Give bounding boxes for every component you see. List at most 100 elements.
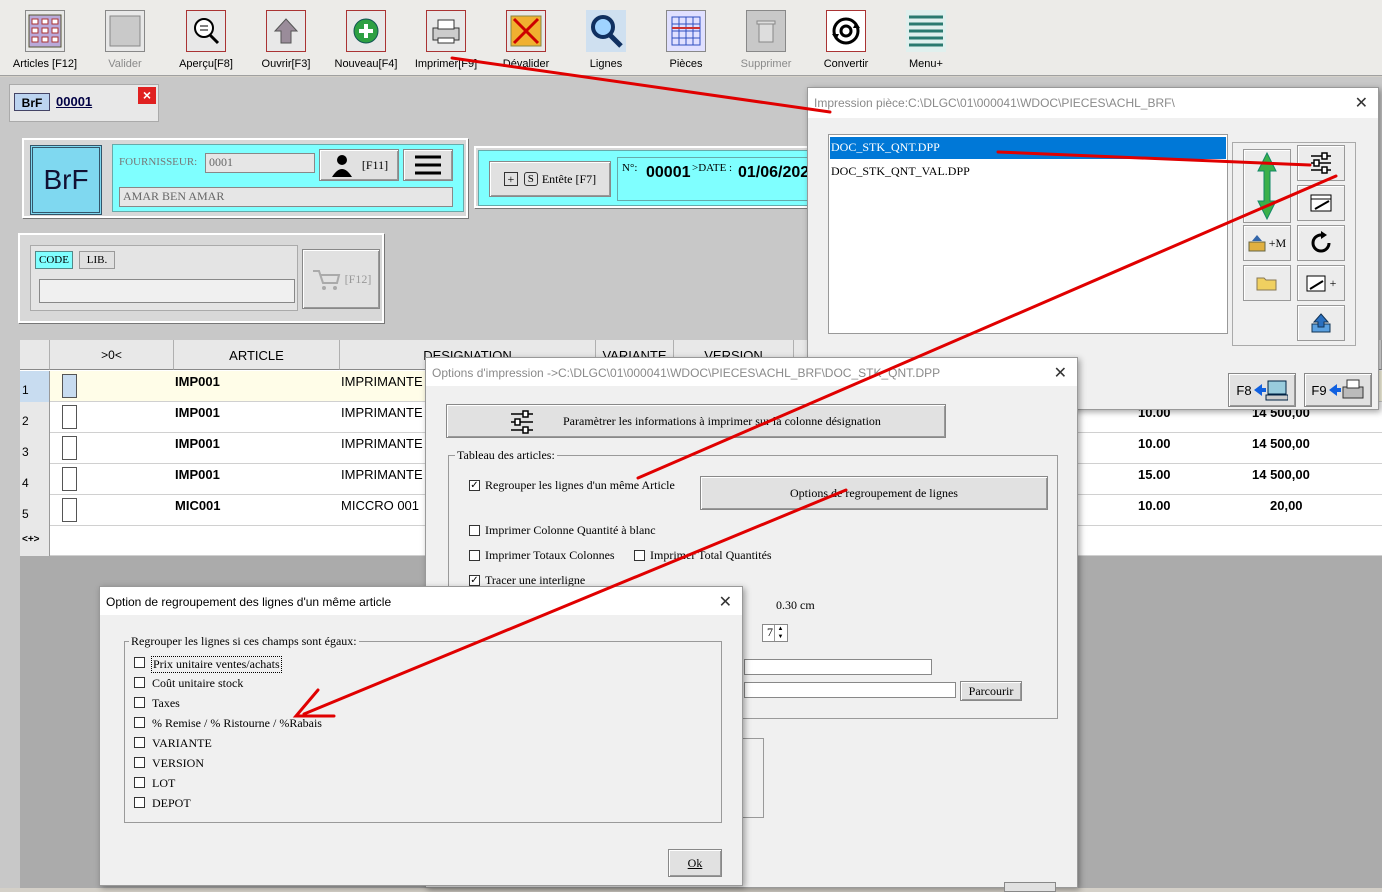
- field-checkbox-taxes[interactable]: [134, 697, 145, 708]
- lib-toggle[interactable]: LIB.: [79, 251, 115, 269]
- document-tab[interactable]: BrF 00001 ×: [9, 84, 159, 122]
- footer-add-row[interactable]: <+>: [20, 526, 50, 556]
- ok-button[interactable]: Ok: [668, 849, 722, 877]
- row-checkbox[interactable]: [62, 436, 77, 460]
- spin-arrows-icon[interactable]: ▲ ▼: [774, 625, 786, 641]
- browse-button[interactable]: Parcourir: [960, 681, 1022, 701]
- bottom-button[interactable]: [1004, 882, 1056, 892]
- field-label: Taxes: [152, 696, 180, 710]
- field-checkbox-unit-price[interactable]: [134, 657, 145, 668]
- validate-icon: [105, 10, 145, 52]
- settings-sliders-button[interactable]: [1297, 145, 1345, 181]
- toolbar-preview-button[interactable]: Aperçu[F8]: [166, 8, 246, 74]
- person-icon: [331, 155, 352, 177]
- sliders-icon: [1311, 152, 1331, 174]
- toolbar-new-button[interactable]: Nouveau[F4]: [326, 8, 406, 74]
- path-field-1[interactable]: [744, 659, 932, 675]
- interline-checkbox[interactable]: ✓: [469, 575, 480, 586]
- doc-info-frame: + S Entête [F7] N°: 00001 >DATE : 01/06/…: [474, 146, 818, 208]
- main-toolbar: Articles [F12] Valider Aperçu[F8] Ouvrir…: [0, 0, 1382, 76]
- toolbar-open-button[interactable]: Ouvrir[F3]: [246, 8, 326, 74]
- supplier-panel: FOURNISSEUR: 0001 [F11] AMAR BEN AMAR: [112, 144, 464, 212]
- file-list-item[interactable]: DOC_STK_QNT_VAL.DPP: [830, 161, 1226, 183]
- supplier-code-field[interactable]: 0001: [205, 153, 315, 173]
- column-header-article[interactable]: ARTICLE: [174, 340, 340, 370]
- doc-info-panel: + S Entête [F7] N°: 00001 >DATE : 01/06/…: [478, 150, 818, 206]
- total-qty-checkbox[interactable]: [634, 550, 645, 561]
- toolbar-unvalidate-button[interactable]: Dévalider: [486, 8, 566, 74]
- field-checkbox-version[interactable]: [134, 757, 145, 768]
- header-frame: BrF FOURNISSEUR: 0001 [F11] AMAR BEN AMA…: [22, 138, 468, 218]
- new-plus-icon: [346, 10, 386, 52]
- regroup-options-button[interactable]: Options de regroupement de lignes: [700, 476, 1048, 510]
- cell-price: 14 500,00: [1252, 467, 1310, 482]
- toolbar-print-button[interactable]: Imprimer[F9]: [406, 8, 486, 74]
- toolbar-menu-button[interactable]: Menu+: [886, 8, 966, 74]
- row-checkbox[interactable]: [62, 374, 77, 398]
- field-checkbox-discount[interactable]: [134, 717, 145, 728]
- close-icon[interactable]: ✕: [1054, 363, 1067, 383]
- code-toggle[interactable]: CODE: [35, 251, 73, 269]
- filter-panel: CODE LIB.: [30, 245, 298, 311]
- toolbar-convert-button[interactable]: Convertir: [806, 8, 886, 74]
- totals-columns-label: Imprimer Totaux Colonnes: [485, 548, 615, 562]
- cell-designation: IMPRIMANTE: [341, 374, 423, 389]
- row-checkbox[interactable]: [62, 498, 77, 522]
- screen-preview-icon: [1253, 380, 1288, 401]
- totals-columns-checkbox[interactable]: [469, 550, 480, 561]
- toolbar-articles-button[interactable]: Articles [F12]: [5, 8, 85, 74]
- toolbar-delete-button[interactable]: Supprimer: [726, 8, 806, 74]
- field-label: VARIANTE: [152, 736, 212, 750]
- field-checkbox-variante[interactable]: [134, 737, 145, 748]
- convert-gear-icon: [826, 10, 866, 52]
- f9-print-button[interactable]: F9: [1304, 373, 1372, 407]
- supplier-lookup-button[interactable]: [F11]: [319, 149, 399, 181]
- regroup-label: Regrouper les lignes d'un même Article: [485, 478, 675, 492]
- column-header-0[interactable]: >0<: [50, 340, 174, 370]
- regroup-checkbox[interactable]: ✓: [469, 480, 480, 491]
- field-checkbox-stock-cost[interactable]: [134, 677, 145, 688]
- import-m-button[interactable]: +M: [1243, 225, 1291, 261]
- blank-qty-checkbox[interactable]: [469, 525, 480, 536]
- filter-input[interactable]: [39, 279, 295, 303]
- file-list-item[interactable]: DOC_STK_QNT.DPP: [830, 137, 1226, 159]
- add-layout-button[interactable]: +: [1297, 265, 1345, 301]
- export-button[interactable]: [1297, 305, 1345, 341]
- field-label: LOT: [152, 776, 176, 790]
- print-dialog-title: Impression pièce:C:\DLGC\01\000041\WDOC\…: [808, 88, 1378, 118]
- cell-article: MIC001: [175, 498, 221, 513]
- configure-designation-button[interactable]: Paramètrer les informations à imprimer s…: [446, 404, 946, 438]
- edit-form-icon: [1310, 194, 1332, 212]
- open-folder-button[interactable]: [1243, 265, 1291, 301]
- f8-preview-button[interactable]: F8: [1228, 373, 1296, 407]
- options-dialog-title: Options d'impression ->C:\DLGC\01\000041…: [426, 358, 1077, 386]
- toolbar-validate-button[interactable]: Valider: [85, 8, 165, 74]
- path-field-2[interactable]: [744, 682, 956, 698]
- search-lines-icon: [586, 10, 626, 52]
- entete-button[interactable]: + S Entête [F7]: [489, 161, 611, 197]
- cell-quantity: 10.00: [1138, 436, 1171, 451]
- supplier-name-field[interactable]: AMAR BEN AMAR: [119, 187, 453, 207]
- toolbar-documents-button[interactable]: Pièces: [646, 8, 726, 74]
- doc-number-link[interactable]: 00001: [56, 94, 92, 109]
- cell-article: IMP001: [175, 467, 220, 482]
- field-label: Prix unitaire ventes/achats: [151, 656, 282, 673]
- row-checkbox[interactable]: [62, 467, 77, 491]
- edit-form-plus-icon: [1306, 275, 1326, 292]
- edit-layout-button[interactable]: [1297, 185, 1345, 221]
- move-updown-button[interactable]: [1243, 149, 1291, 223]
- close-icon[interactable]: ✕: [1355, 93, 1368, 113]
- blank-qty-label: Imprimer Colonne Quantité à blanc: [485, 523, 656, 537]
- field-checkbox-depot[interactable]: [134, 797, 145, 808]
- cell-designation: IMPRIMANTE: [341, 405, 423, 420]
- regroup-dialog-title: Option de regroupement des lignes d'un m…: [100, 587, 742, 615]
- row-checkbox[interactable]: [62, 405, 77, 429]
- close-tab-icon[interactable]: ×: [138, 87, 156, 104]
- trash-icon: [746, 10, 786, 52]
- add-cart-button[interactable]: [F12]: [302, 249, 380, 309]
- close-icon[interactable]: ✕: [719, 592, 732, 612]
- refresh-button[interactable]: [1297, 225, 1345, 261]
- field-checkbox-lot[interactable]: [134, 777, 145, 788]
- toolbar-lines-button[interactable]: Lignes: [566, 8, 646, 74]
- supplier-menu-button[interactable]: [403, 149, 453, 181]
